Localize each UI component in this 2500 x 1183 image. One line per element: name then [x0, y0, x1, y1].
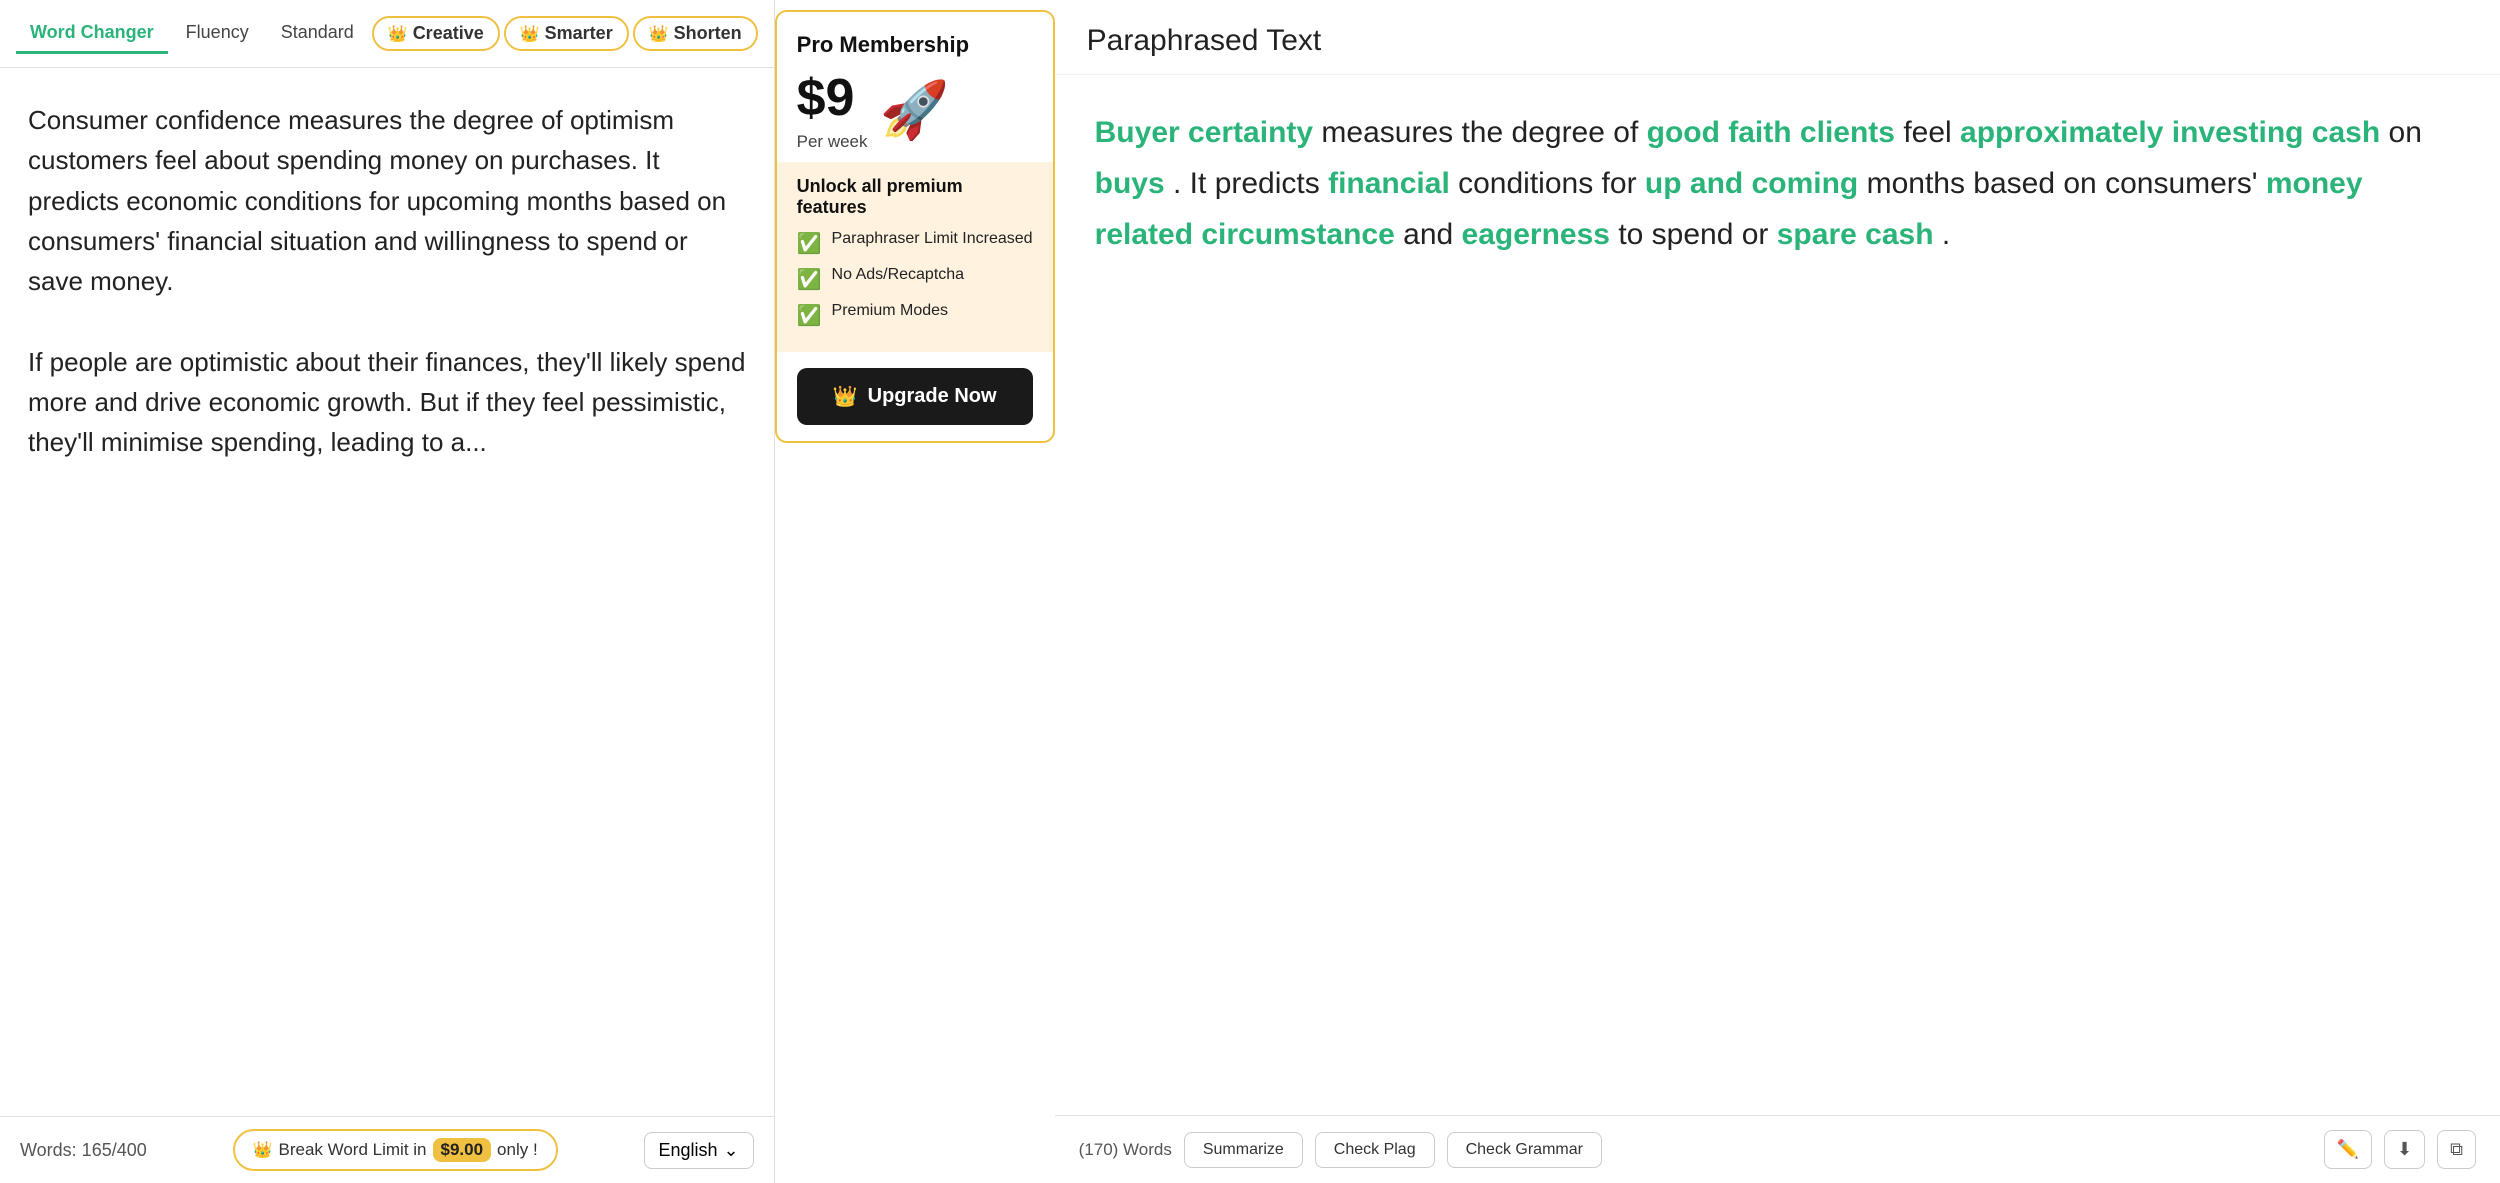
- word-count: Words: 165/400: [20, 1140, 147, 1161]
- paraphrased-word-count: (170) Words: [1079, 1140, 1172, 1160]
- left-panel: Word Changer Fluency Standard 👑 Creative…: [0, 0, 775, 1183]
- copy-icon: ⧉: [2450, 1139, 2463, 1159]
- check-grammar-button[interactable]: Check Grammar: [1447, 1132, 1602, 1168]
- paraphrased-text-8: to spend or: [1618, 218, 1776, 251]
- paraphrased-word-financial: financial: [1328, 167, 1450, 200]
- paraphrased-text-5: conditions for: [1458, 167, 1645, 200]
- input-text-area[interactable]: Consumer confidence measures the degree …: [0, 68, 774, 1116]
- pro-price: $9: [797, 68, 868, 128]
- paraphrased-content: Buyer certainty measures the degree of g…: [1055, 75, 2500, 1115]
- break-word-limit-button[interactable]: 👑 Break Word Limit in $9.00 only !: [233, 1129, 558, 1171]
- paraphrased-text-9: .: [1942, 218, 1950, 251]
- check-icon-3: ✅: [797, 303, 822, 328]
- tabs-bar: Word Changer Fluency Standard 👑 Creative…: [0, 0, 774, 68]
- pro-header: Pro Membership $9 Per week 🚀: [777, 12, 1053, 162]
- download-button[interactable]: ⬇: [2384, 1130, 2425, 1169]
- edit-icon: ✏️: [2337, 1139, 2359, 1159]
- paraphrased-text-1: measures the degree of: [1321, 116, 1646, 149]
- paraphrased-word-spare-cash: spare cash: [1777, 218, 1934, 251]
- download-icon: ⬇: [2397, 1139, 2412, 1159]
- right-panel: Paraphrased Text Buyer certainty measure…: [1055, 0, 2500, 1183]
- crown-icon-creative: 👑: [388, 24, 408, 44]
- pro-price-column: $9 Per week: [797, 68, 868, 152]
- edit-button[interactable]: ✏️: [2324, 1130, 2372, 1169]
- tab-standard[interactable]: Standard: [267, 14, 368, 54]
- pro-unlock-title: Unlock all premium features: [797, 176, 1033, 218]
- pro-feature-2: ✅ No Ads/Recaptcha: [797, 266, 1033, 292]
- tab-shorten[interactable]: 👑 Shorten: [633, 16, 758, 51]
- copy-button[interactable]: ⧉: [2437, 1130, 2476, 1169]
- upgrade-now-button[interactable]: 👑 Upgrade Now: [797, 368, 1033, 425]
- chevron-down-icon: ⌄: [724, 1140, 739, 1161]
- check-icon-2: ✅: [797, 267, 822, 292]
- paraphrased-text-3: on: [2389, 116, 2422, 149]
- crown-icon-upgrade: 👑: [833, 384, 858, 409]
- paraphrased-text-2: feel: [1903, 116, 1960, 149]
- input-paragraph-1: Consumer confidence measures the degree …: [28, 100, 746, 500]
- tab-smarter[interactable]: 👑 Smarter: [504, 16, 629, 51]
- paraphrased-text-6: months based on consumers': [1867, 167, 2266, 200]
- pro-features-section: Unlock all premium features ✅ Paraphrase…: [777, 162, 1053, 352]
- tab-word-changer[interactable]: Word Changer: [16, 14, 168, 54]
- paraphrased-word-approximately-investing-cash: approximately investing cash: [1960, 116, 2380, 149]
- paraphrased-word-good-faith-clients: good faith clients: [1647, 116, 1895, 149]
- paraphrased-text-4: . It predicts: [1173, 167, 1328, 200]
- pro-feature-1: ✅ Paraphraser Limit Increased: [797, 230, 1033, 256]
- language-selector[interactable]: English ⌄: [644, 1132, 754, 1169]
- check-plag-button[interactable]: Check Plag: [1315, 1132, 1435, 1168]
- tab-creative[interactable]: 👑 Creative: [372, 16, 500, 51]
- paraphrased-header: Paraphrased Text: [1055, 0, 2500, 75]
- price-badge: $9.00: [433, 1138, 492, 1162]
- bottom-bar: Words: 165/400 👑 Break Word Limit in $9.…: [0, 1116, 774, 1183]
- paraphrased-word-buys: buys: [1095, 167, 1165, 200]
- pro-feature-3: ✅ Premium Modes: [797, 302, 1033, 328]
- check-icon-1: ✅: [797, 231, 822, 256]
- crown-icon-limit: 👑: [253, 1140, 273, 1160]
- pro-price-row: $9 Per week 🚀: [797, 68, 1033, 152]
- paraphrased-word-up-and-coming: up and coming: [1645, 167, 1858, 200]
- pro-title: Pro Membership: [797, 32, 1033, 58]
- pro-membership-panel: Pro Membership $9 Per week 🚀 Unlock all …: [775, 10, 1055, 443]
- summarize-button[interactable]: Summarize: [1184, 1132, 1303, 1168]
- paraphrased-text-7: and: [1403, 218, 1461, 251]
- app-container: Word Changer Fluency Standard 👑 Creative…: [0, 0, 2500, 1183]
- paraphrased-word-eagerness: eagerness: [1462, 218, 1610, 251]
- paraphrased-word-buyer-certainty: Buyer certainty: [1095, 116, 1313, 149]
- rocket-icon: 🚀: [880, 77, 950, 143]
- paraphrased-footer: (170) Words Summarize Check Plag Check G…: [1055, 1115, 2500, 1183]
- pro-per-week: Per week: [797, 132, 868, 152]
- tab-fluency[interactable]: Fluency: [172, 14, 263, 54]
- crown-icon-shorten: 👑: [649, 24, 669, 44]
- crown-icon-smarter: 👑: [520, 24, 540, 44]
